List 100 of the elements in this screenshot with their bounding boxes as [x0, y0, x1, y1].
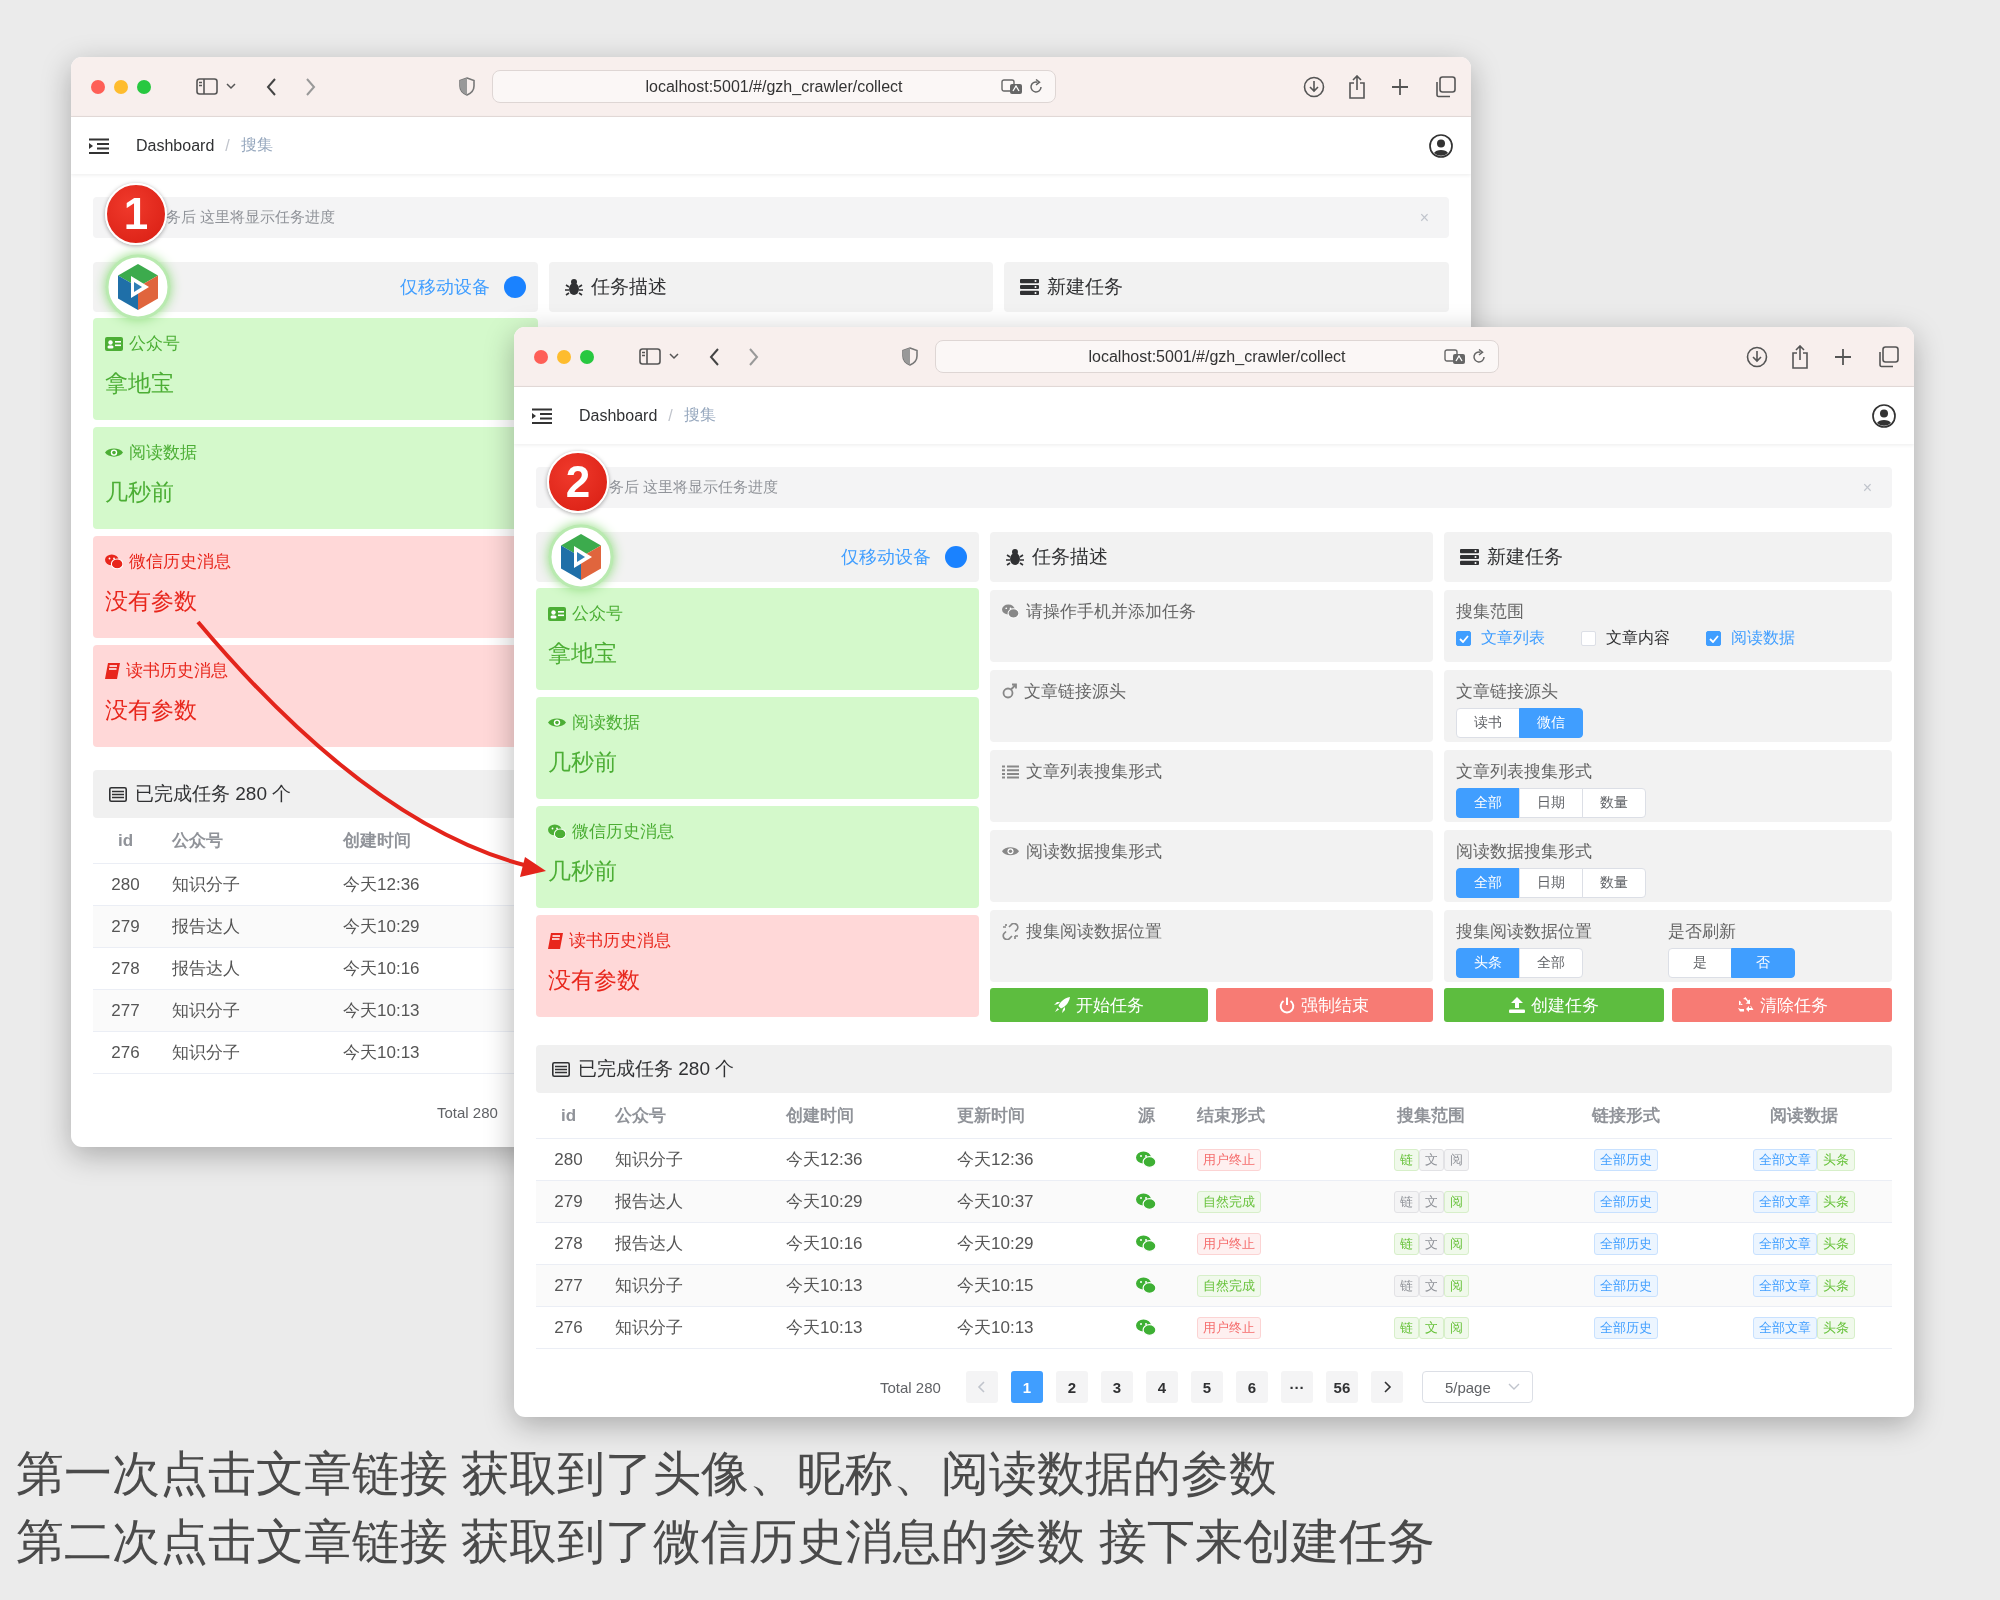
- toggle-switch[interactable]: [945, 546, 967, 568]
- window-close-button[interactable]: [91, 79, 105, 94]
- chat-bubbles-icon: [1136, 1319, 1156, 1336]
- shield-icon[interactable]: [902, 347, 918, 366]
- menu-icon[interactable]: [89, 137, 109, 154]
- page-button[interactable]: 56: [1325, 1371, 1358, 1403]
- plus-icon[interactable]: [1834, 347, 1852, 366]
- table-cell-text: 今天12:36: [957, 1149, 1034, 1171]
- status-tag: 用户终止: [1197, 1232, 1261, 1255]
- segment-button[interactable]: 数量: [1582, 868, 1646, 898]
- table-cell-text: 报告达人: [172, 958, 240, 980]
- column-header: 更新时间: [957, 1105, 1025, 1127]
- table-cell-text: 报告达人: [615, 1233, 683, 1255]
- description-text: 阅读数据搜集形式: [1026, 841, 1162, 863]
- download-icon[interactable]: [1746, 345, 1768, 368]
- segment-button[interactable]: 日期: [1519, 868, 1583, 898]
- table-cell-text: 今天10:13: [786, 1275, 863, 1297]
- sidebar-icon[interactable]: [639, 348, 661, 365]
- segment-button[interactable]: 读书: [1456, 708, 1520, 738]
- user-avatar-icon[interactable]: [1872, 403, 1896, 428]
- reload-icon[interactable]: [1472, 349, 1486, 364]
- next-page-button[interactable]: [1370, 1371, 1403, 1403]
- toggle-switch[interactable]: [503, 276, 526, 298]
- table-cell-text: 今天10:29: [343, 916, 420, 938]
- table-cell-text: 今天10:37: [957, 1191, 1034, 1213]
- segment-button[interactable]: 是: [1668, 948, 1732, 978]
- description-text: 搜集阅读数据位置: [1026, 921, 1162, 943]
- tabs-icon[interactable]: [1434, 75, 1456, 98]
- scope-tag: 阅: [1443, 1190, 1469, 1213]
- breadcrumb-current: 搜集: [240, 135, 273, 155]
- page-button[interactable]: 5: [1190, 1371, 1223, 1403]
- total-count: Total 280: [437, 1103, 498, 1121]
- card-title: 微信历史消息: [129, 551, 231, 573]
- book-icon: [548, 932, 563, 949]
- field-label: 是否刷新: [1668, 921, 1737, 943]
- back-icon[interactable]: [709, 347, 720, 366]
- upload-icon: [1509, 997, 1525, 1013]
- checkbox[interactable]: 文章内容: [1581, 628, 1670, 649]
- table-cell-text: 知识分子: [172, 1000, 240, 1022]
- download-icon[interactable]: [1303, 75, 1325, 98]
- page-button[interactable]: 6: [1235, 1371, 1268, 1403]
- card-value: 几秒前: [548, 857, 618, 886]
- share-icon[interactable]: [1791, 344, 1809, 369]
- table-cell-text: 今天10:13: [343, 1000, 420, 1022]
- table-cell-text: 知识分子: [615, 1317, 683, 1339]
- page-size-select[interactable]: 5/page: [1421, 1371, 1533, 1403]
- logo: [548, 524, 614, 590]
- shield-icon[interactable]: [459, 77, 475, 96]
- tabs-icon[interactable]: [1877, 345, 1899, 368]
- eye-icon: [1002, 846, 1019, 857]
- segment-button[interactable]: 数量: [1582, 788, 1646, 818]
- chevron-down-icon[interactable]: [669, 353, 679, 360]
- recycle-icon: [1736, 997, 1754, 1013]
- read-tag: 头条: [1816, 1190, 1855, 1213]
- toggle-label: 仅移动设备: [399, 276, 490, 299]
- column-header: 源: [1137, 1105, 1155, 1127]
- column-header: 结束形式: [1197, 1105, 1265, 1127]
- link-tag: 全部历史: [1593, 1190, 1658, 1213]
- window-close-button[interactable]: [534, 349, 548, 364]
- rocket-icon: [1053, 997, 1070, 1013]
- status-tag: 自然完成: [1197, 1274, 1261, 1297]
- scope-tag: 链: [1393, 1316, 1419, 1339]
- segment-button[interactable]: 日期: [1519, 788, 1583, 818]
- address-bar[interactable]: localhost:5001/#/gzh_crawler/collect: [935, 340, 1499, 373]
- page-button[interactable]: ···: [1280, 1371, 1313, 1403]
- column-header: 阅读数据: [1769, 1105, 1838, 1127]
- check-icon: [1458, 634, 1469, 643]
- share-icon[interactable]: [1348, 74, 1366, 99]
- bug-icon: [1006, 548, 1024, 566]
- link-tag: 全部历史: [1593, 1232, 1658, 1255]
- chat-bubbles-icon: [1136, 1151, 1156, 1168]
- translate-icon[interactable]: [1001, 78, 1023, 95]
- table-cell: 278: [111, 958, 140, 979]
- plus-icon[interactable]: [1391, 77, 1409, 96]
- breadcrumb-link[interactable]: Dashboard: [136, 136, 215, 155]
- table-cell-text: 知识分子: [172, 1042, 240, 1064]
- eye-icon: [105, 446, 123, 459]
- menu-icon[interactable]: [532, 407, 552, 424]
- card-title: 读书历史消息: [569, 930, 671, 952]
- section-title: 已完成任务 280 个: [578, 1057, 735, 1081]
- reload-icon[interactable]: [1029, 79, 1043, 94]
- page-button[interactable]: 2: [1055, 1371, 1088, 1403]
- field-label: 搜集阅读数据位置: [1456, 921, 1593, 943]
- translate-icon[interactable]: [1444, 348, 1466, 365]
- scope-tag: 文: [1418, 1316, 1444, 1339]
- card-value: 几秒前: [548, 748, 618, 777]
- page-button[interactable]: 3: [1100, 1371, 1133, 1403]
- panel-title: 任务描述: [1032, 545, 1108, 569]
- chevron-down-icon[interactable]: [226, 83, 236, 90]
- page-button[interactable]: 4: [1145, 1371, 1178, 1403]
- status-tag: 自然完成: [1197, 1190, 1261, 1213]
- segment-button[interactable]: 全部: [1519, 948, 1583, 978]
- card-title: 微信历史消息: [572, 821, 674, 843]
- back-icon[interactable]: [266, 77, 277, 96]
- user-avatar-icon[interactable]: [1429, 133, 1453, 158]
- breadcrumb-link[interactable]: Dashboard: [579, 406, 658, 425]
- sidebar-icon[interactable]: [196, 78, 218, 95]
- description-text: 文章链接源头: [1024, 681, 1126, 703]
- address-bar[interactable]: localhost:5001/#/gzh_crawler/collect: [492, 70, 1056, 103]
- read-tag: 全部文章: [1752, 1274, 1817, 1297]
